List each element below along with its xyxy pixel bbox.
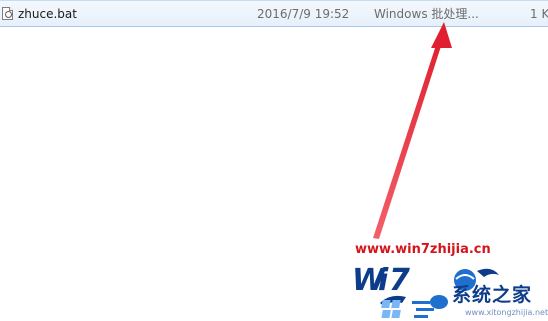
watermark-url: www.win7zhijia.cn <box>355 242 491 257</box>
watermark-brand: 系统之家 <box>452 284 533 306</box>
svg-text:7: 7 <box>389 263 410 298</box>
arrow-head <box>431 22 452 48</box>
watermark-small-url: www.xitongzhijia.net <box>465 308 548 317</box>
arrow-shaft <box>373 39 443 239</box>
svg-text:i: i <box>378 263 389 298</box>
